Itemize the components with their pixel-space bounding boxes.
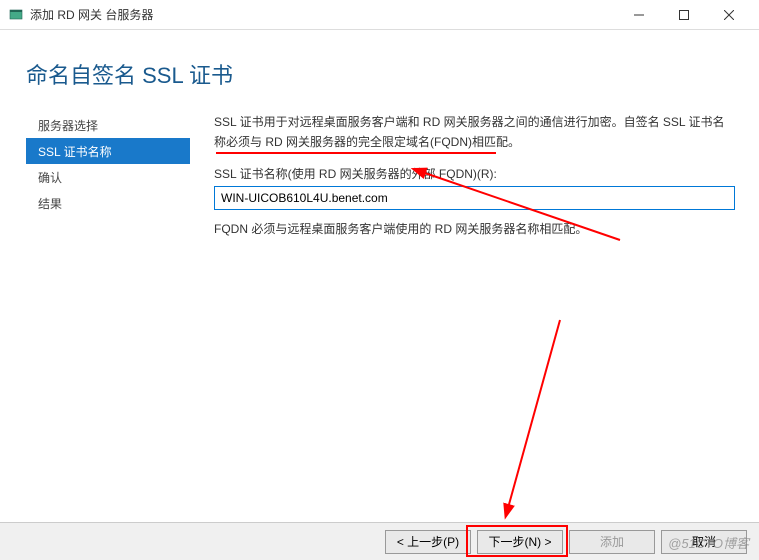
button-bar: < 上一步(P) 下一步(N) > 添加 取消	[0, 522, 759, 560]
minimize-button[interactable]	[616, 1, 661, 29]
previous-button[interactable]: < 上一步(P)	[385, 530, 471, 554]
sidebar-item-label: 确认	[38, 169, 62, 186]
close-button[interactable]	[706, 1, 751, 29]
page-title: 命名自签名 SSL 证书	[0, 30, 759, 112]
content-area: 命名自签名 SSL 证书 服务器选择 SSL 证书名称 确认 结果 SSL 证书…	[0, 30, 759, 522]
cert-name-input[interactable]	[214, 186, 735, 210]
app-icon	[8, 7, 24, 23]
description-text: SSL 证书用于对远程桌面服务客户端和 RD 网关服务器之间的通信进行加密。自签…	[214, 112, 735, 153]
sidebar-item-label: 服务器选择	[38, 117, 98, 134]
watermark: @51CTO博客	[668, 533, 749, 552]
fqdn-hint: FQDN 必须与远程桌面服务客户端使用的 RD 网关服务器名称相匹配。	[214, 220, 735, 239]
sidebar: 服务器选择 SSL 证书名称 确认 结果	[0, 112, 190, 514]
window-controls	[616, 1, 751, 29]
titlebar: 添加 RD 网关 台服务器	[0, 0, 759, 30]
sidebar-item-confirm[interactable]: 确认	[26, 164, 190, 190]
sidebar-item-result[interactable]: 结果	[26, 190, 190, 216]
sidebar-item-ssl-cert-name[interactable]: SSL 证书名称	[26, 138, 190, 164]
cert-name-label: SSL 证书名称(使用 RD 网关服务器的外部 FQDN)(R):	[214, 165, 735, 182]
window-title: 添加 RD 网关 台服务器	[30, 6, 153, 23]
sidebar-item-label: 结果	[38, 195, 62, 212]
next-button[interactable]: 下一步(N) >	[477, 530, 563, 554]
main-content: SSL 证书用于对远程桌面服务客户端和 RD 网关服务器之间的通信进行加密。自签…	[190, 112, 759, 514]
maximize-button[interactable]	[661, 1, 706, 29]
add-button[interactable]: 添加	[569, 530, 655, 554]
sidebar-item-label: SSL 证书名称	[38, 143, 112, 160]
sidebar-item-server-select[interactable]: 服务器选择	[26, 112, 190, 138]
